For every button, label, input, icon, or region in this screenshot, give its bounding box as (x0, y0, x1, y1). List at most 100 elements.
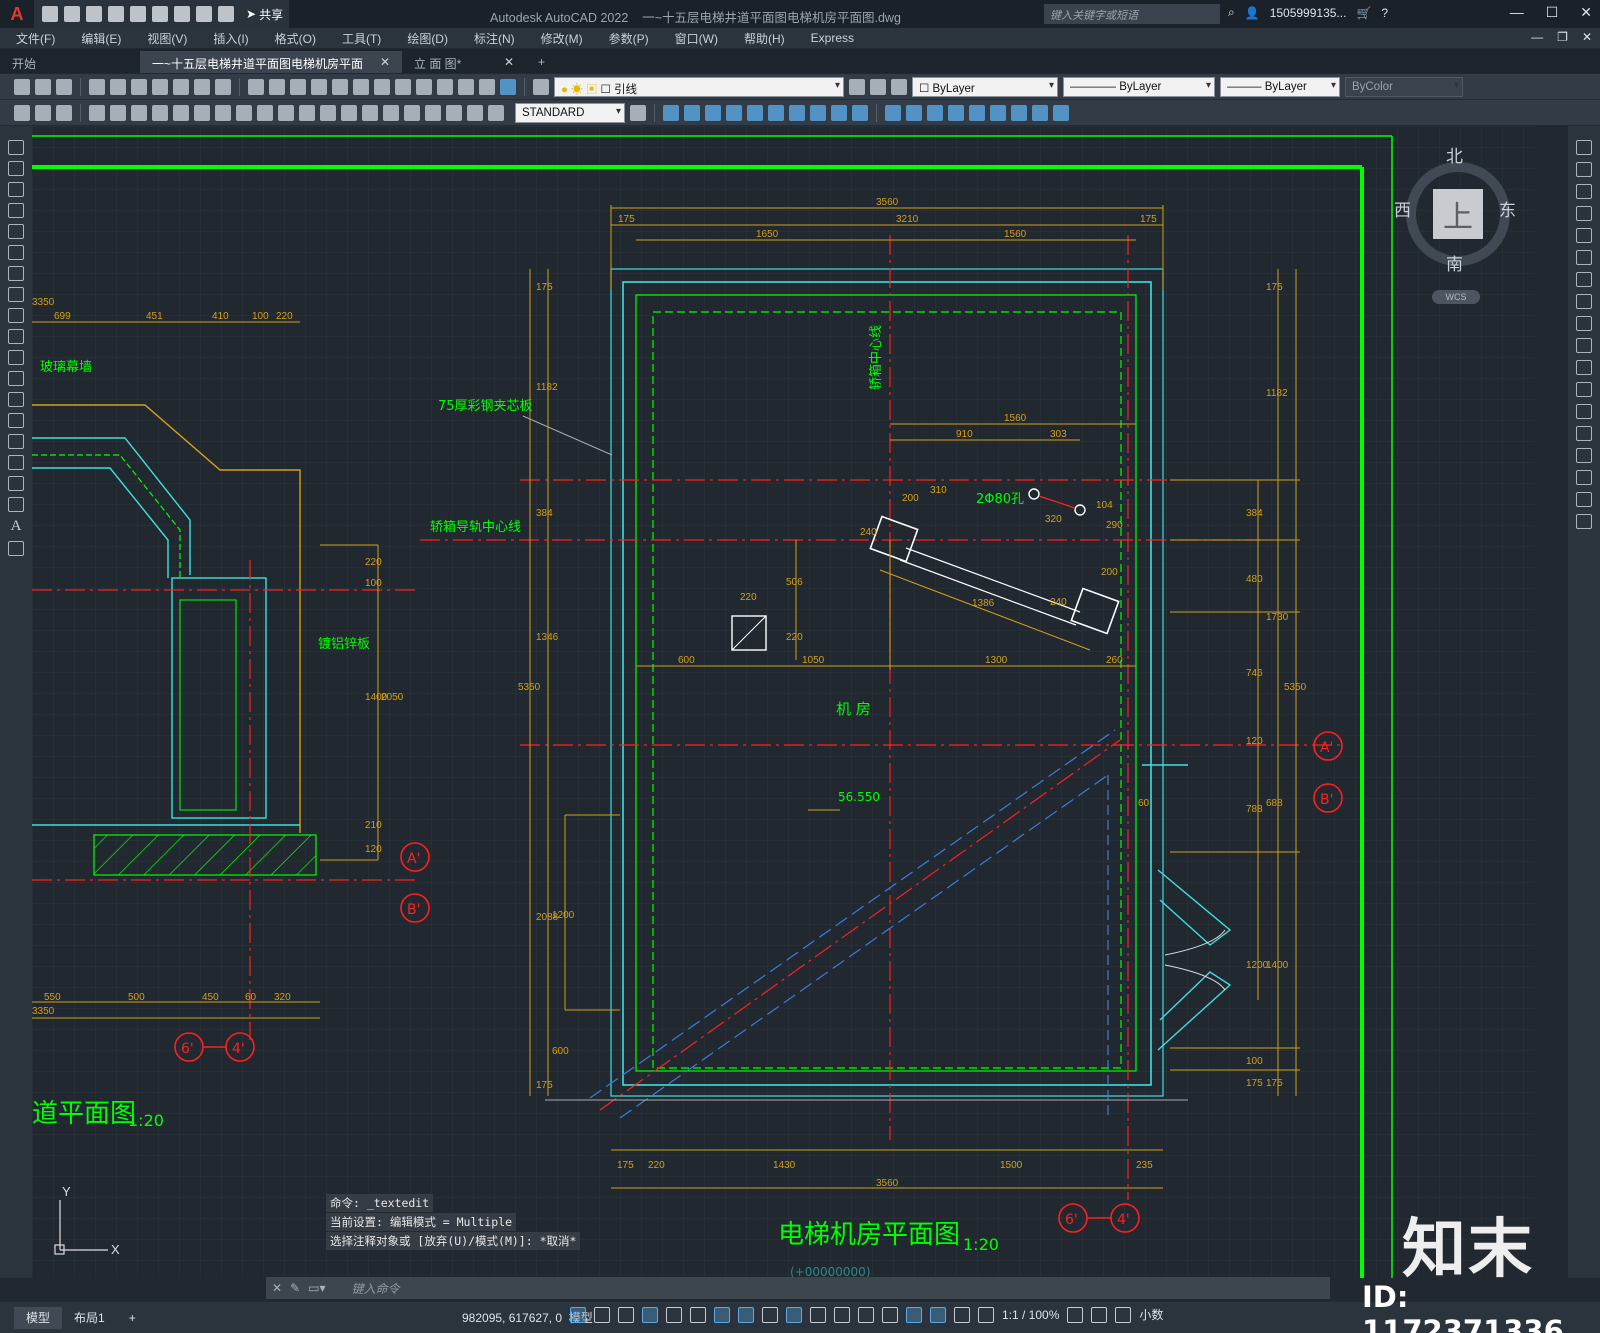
offset-icon[interactable] (1576, 206, 1592, 221)
break-at-point-icon[interactable] (1576, 382, 1592, 397)
dimension-break-icon[interactable] (341, 104, 357, 121)
camera-icon[interactable] (969, 104, 985, 121)
cylinder-icon[interactable] (684, 104, 700, 121)
wcs-menu[interactable]: WCS (1432, 290, 1480, 304)
render-icon[interactable] (906, 104, 922, 121)
hatch-icon[interactable] (8, 434, 24, 449)
new-file-icon[interactable] (42, 6, 58, 22)
close-tab-icon[interactable]: ✕ (380, 55, 390, 69)
polar-icon[interactable] (666, 1306, 682, 1323)
menu-file[interactable]: 文件(F) (16, 30, 55, 47)
menu-format[interactable]: 格式(O) (275, 30, 316, 47)
calculator-icon[interactable] (479, 78, 495, 95)
fly-icon[interactable] (1011, 104, 1027, 121)
continue-icon[interactable] (299, 104, 315, 121)
infer-constraints-icon[interactable] (618, 1306, 634, 1323)
isodraft-icon[interactable] (690, 1306, 706, 1323)
layout-tab[interactable]: 布局1 (62, 1307, 117, 1329)
layer-previous-icon[interactable] (870, 78, 886, 95)
properties-icon[interactable] (374, 78, 390, 95)
menu-express[interactable]: Express (811, 31, 854, 45)
panel-label[interactable]: 75厚彩钢夹芯板 (438, 399, 533, 414)
workspace-gear-icon[interactable] (1067, 1306, 1084, 1323)
compass-west[interactable]: 西 (1394, 196, 1411, 221)
zoom-previous-icon[interactable] (353, 78, 369, 95)
material-icon[interactable] (927, 104, 943, 121)
lineweight-icon[interactable] (762, 1306, 778, 1323)
diameter-icon[interactable] (215, 104, 231, 121)
menu-modify[interactable]: 修改(M) (541, 30, 583, 47)
preview-icon[interactable] (110, 78, 126, 95)
jogged-linear-icon[interactable] (425, 104, 441, 121)
new-tab-button[interactable]: + (526, 51, 557, 73)
dimension-edit-icon[interactable] (446, 104, 462, 121)
dimension-style-dropdown[interactable]: STANDARD (515, 102, 625, 123)
annotation-scale-icon[interactable] (978, 1306, 994, 1323)
new-icon[interactable] (14, 78, 30, 95)
loft-icon[interactable] (768, 104, 784, 121)
chamfer-icon[interactable] (1576, 448, 1592, 463)
explode-icon[interactable] (1576, 514, 1592, 529)
intersect-icon[interactable] (831, 104, 847, 121)
ellipse-arc-icon[interactable] (8, 350, 24, 365)
main-title[interactable]: 电梯机房平面图 (778, 1220, 960, 1250)
scale-icon[interactable] (1576, 294, 1592, 309)
make-block-icon[interactable] (8, 392, 24, 407)
menu-dimension[interactable]: 标注(N) (474, 30, 515, 47)
selection-cycling-icon[interactable] (810, 1306, 826, 1323)
command-recent-icon[interactable]: ▭▾ (308, 1281, 325, 1295)
maximize-icon[interactable]: ☐ (1546, 4, 1559, 21)
search-icon[interactable]: ⌕ (1228, 5, 1235, 20)
close-tab-icon[interactable]: ✕ (504, 55, 514, 69)
spline-icon[interactable] (8, 308, 24, 323)
paste-icon[interactable] (194, 78, 210, 95)
dynamic-ucs-icon[interactable] (858, 1306, 874, 1323)
light-icon[interactable] (948, 104, 964, 121)
aligned-dimension-icon[interactable] (110, 104, 126, 121)
doc-minimize-icon[interactable]: — (1531, 30, 1543, 44)
polyline-icon[interactable] (8, 182, 24, 197)
glass-label[interactable]: 玻璃幕墙 (40, 360, 92, 375)
add-selected-icon[interactable] (8, 541, 24, 556)
transparency-icon[interactable] (786, 1306, 802, 1323)
design-center-icon[interactable] (395, 78, 411, 95)
object-snap-tracking-icon[interactable] (714, 1306, 730, 1323)
table-icon[interactable] (8, 497, 24, 512)
arc-length-icon[interactable] (131, 104, 147, 121)
publish-icon[interactable] (131, 78, 147, 95)
annotation-visibility-icon[interactable] (930, 1306, 946, 1323)
insert-block-icon[interactable] (8, 371, 24, 386)
units-value[interactable]: 小数 (1139, 1306, 1163, 1323)
help-icon[interactable] (500, 78, 516, 95)
compass-north[interactable]: 北 (1446, 142, 1463, 167)
menu-view[interactable]: 视图(V) (147, 30, 187, 47)
angular-icon[interactable] (236, 104, 252, 121)
mirror-icon[interactable] (1576, 184, 1592, 199)
units-icon[interactable] (1115, 1306, 1132, 1323)
shade-icon[interactable] (885, 104, 901, 121)
doc-restore-icon[interactable]: ❐ (1557, 30, 1568, 44)
line-icon[interactable] (8, 140, 24, 155)
rectangle-icon[interactable] (8, 224, 24, 239)
radius-icon[interactable] (173, 104, 189, 121)
aluminum-label[interactable]: 镀铝锌板 (318, 636, 370, 652)
linetype-dropdown[interactable]: ———— ByLayer (1063, 76, 1215, 97)
car-center-label[interactable]: 轿箱中心线 (868, 325, 884, 390)
plot-icon[interactable] (152, 6, 168, 22)
revolve-icon[interactable] (726, 104, 742, 121)
model-tab[interactable]: 模型 (14, 1306, 63, 1329)
copy-object-icon[interactable] (1576, 162, 1592, 177)
cart-icon[interactable]: 🛒 (1356, 6, 1371, 20)
lineweight-dropdown[interactable]: ——— ByLayer (1220, 76, 1340, 97)
blend-curves-icon[interactable] (1576, 492, 1592, 507)
plotstyle-dropdown[interactable]: ByColor (1345, 76, 1463, 97)
arc-icon[interactable] (8, 245, 24, 260)
revision-cloud-icon[interactable] (8, 287, 24, 302)
menu-parametric[interactable]: 参数(P) (609, 30, 649, 47)
tolerance-icon[interactable] (362, 104, 378, 121)
extrude-icon[interactable] (705, 104, 721, 121)
join-icon[interactable] (1576, 426, 1592, 441)
union-icon[interactable] (789, 104, 805, 121)
menu-edit[interactable]: 编辑(E) (81, 30, 121, 47)
command-customize-icon[interactable]: ✎ (290, 1281, 300, 1295)
